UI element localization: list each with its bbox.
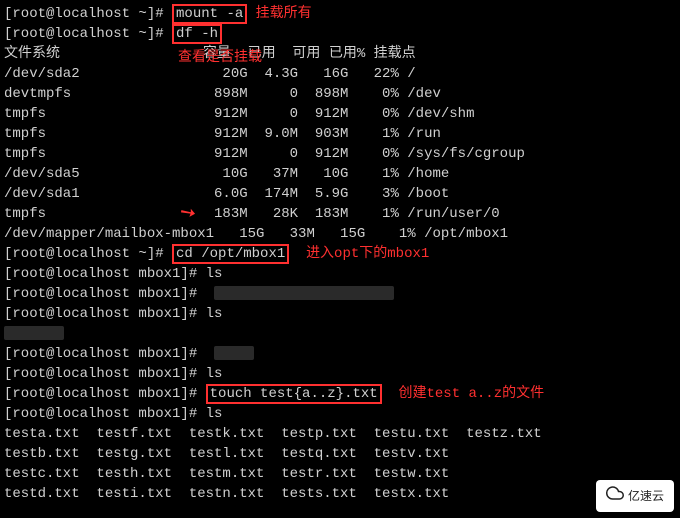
cmd-ls: ls: [206, 406, 223, 422]
df-row: /dev/sda5 10G 37M 10G 1% /home: [4, 164, 676, 184]
annot-check-mount: 查看是否挂载: [178, 48, 262, 68]
redacted-area: [214, 286, 394, 300]
annot-enter-mbox: 进入opt下的mbox1: [306, 244, 429, 264]
cmd-touch-box: touch test{a..z}.txt: [206, 384, 382, 404]
df-row: devtmpfs 898M 0 898M 0% /dev: [4, 84, 676, 104]
df-row: /dev/mapper/mailbox-mbox1 15G 33M 15G 1%…: [4, 224, 676, 244]
prompt: [root@localhost ~]#: [4, 6, 172, 22]
cmd-ls: ls: [206, 306, 223, 322]
cmd-line-ls: [root@localhost mbox1]# ls: [4, 404, 676, 424]
cmd-df: df -h: [176, 26, 218, 42]
prompt: [root@localhost mbox1]#: [4, 366, 206, 382]
prompt: [root@localhost mbox1]#: [4, 266, 206, 282]
prompt: [root@localhost mbox1]#: [4, 306, 206, 322]
ls-row: testd.txt testi.txt testn.txt tests.txt …: [4, 484, 676, 504]
cloud-icon: [606, 484, 624, 508]
df-row: tmpfs 912M 0 912M 0% /dev/shm: [4, 104, 676, 124]
df-row: tmpfs 912M 0 912M 0% /sys/fs/cgroup: [4, 144, 676, 164]
prompt: [root@localhost mbox1]#: [4, 286, 206, 302]
cmd-touch: touch test{a..z}.txt: [210, 386, 378, 402]
prompt: [root@localhost mbox1]#: [4, 346, 206, 362]
cmd-line-smudge: [root@localhost mbox1]#: [4, 344, 676, 364]
df-row: tmpfs 912M 9.0M 903M 1% /run: [4, 124, 676, 144]
cmd-line-cd: [root@localhost ~]# cd /opt/mbox1 进入opt下…: [4, 244, 676, 264]
cmd-line-touch: [root@localhost mbox1]# touch test{a..z}…: [4, 384, 676, 404]
cmd-df-box: df -h: [172, 24, 222, 44]
ls-row: testa.txt testf.txt testk.txt testp.txt …: [4, 424, 676, 444]
annot-create-files: 创建test a..z的文件: [398, 384, 544, 404]
prompt: [root@localhost ~]#: [4, 246, 172, 262]
df-header-line: 文件系统 容量 已用 可用 已用% 挂载点: [4, 44, 676, 64]
redacted-area: [214, 346, 254, 360]
prompt: [root@localhost ~]#: [4, 26, 172, 42]
ls-row: testb.txt testg.txt testl.txt testq.txt …: [4, 444, 676, 464]
cmd-line-ls: [root@localhost mbox1]# ls: [4, 364, 676, 384]
cmd-line-df: [root@localhost ~]# df -h: [4, 24, 676, 44]
df-row: /dev/sda1 6.0G 174M 5.9G 3% /boot: [4, 184, 676, 204]
cmd-line-ls: [root@localhost mbox1]# ls: [4, 264, 676, 284]
annot-mount-all: 挂载所有: [256, 4, 312, 24]
cmd-line-smudge: [root@localhost mbox1]#: [4, 284, 676, 304]
watermark-badge: 亿速云: [596, 480, 674, 512]
cmd-mount-box: mount -a: [172, 4, 247, 24]
cmd-line-mount: [root@localhost ~]# mount -a 挂载所有: [4, 4, 676, 24]
df-row: tmpfs 183M 28K 183M 1% /run/user/0: [4, 204, 676, 224]
redacted-area: [4, 326, 64, 340]
prompt: [root@localhost mbox1]#: [4, 406, 206, 422]
ls-row: testc.txt testh.txt testm.txt testr.txt …: [4, 464, 676, 484]
cmd-line-ls: [root@localhost mbox1]# ls: [4, 304, 676, 324]
output-redacted: [4, 324, 676, 344]
cmd-ls: ls: [206, 366, 223, 382]
cmd-ls: ls: [206, 266, 223, 282]
watermark-text: 亿速云: [628, 486, 664, 506]
df-row: /dev/sda2 20G 4.3G 16G 22% /: [4, 64, 676, 84]
cmd-cd: cd /opt/mbox1: [176, 246, 285, 262]
prompt: [root@localhost mbox1]#: [4, 386, 206, 402]
cmd-cd-box: cd /opt/mbox1: [172, 244, 289, 264]
cmd-mount: mount -a: [176, 6, 243, 22]
